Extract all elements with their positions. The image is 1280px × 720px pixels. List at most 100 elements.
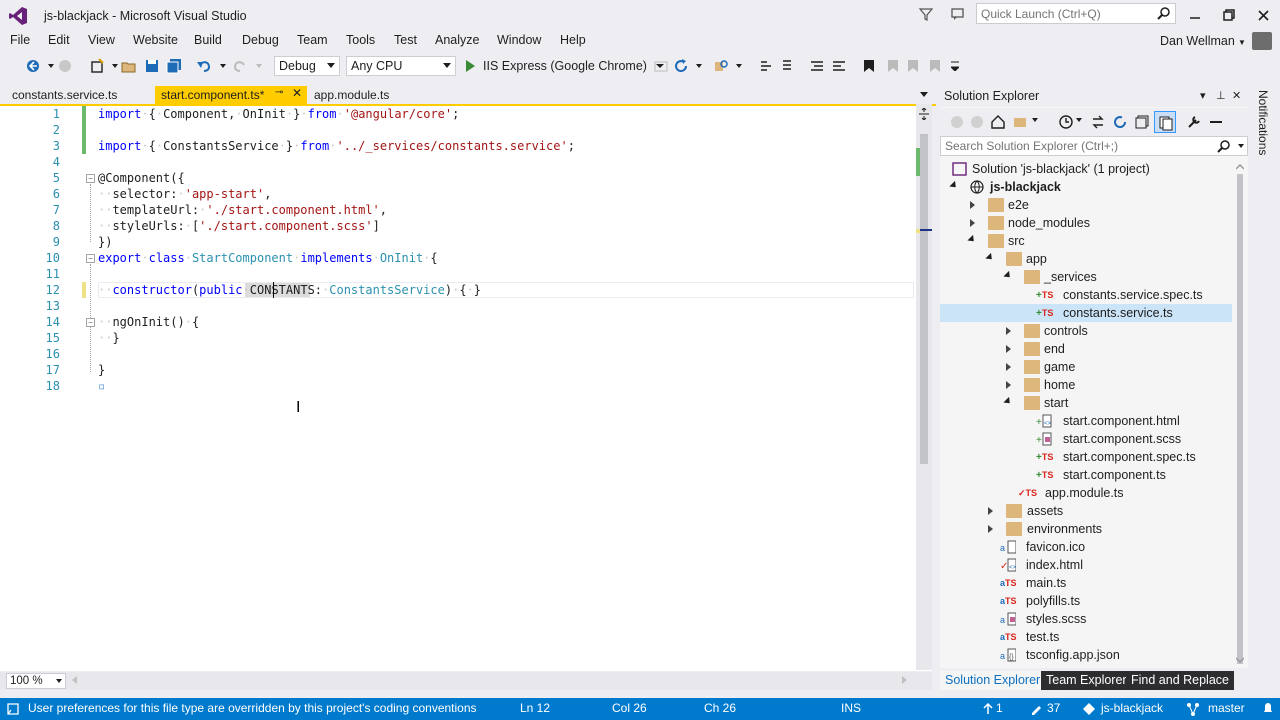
tree-node-file[interactable]: +TS start.component.ts [940, 466, 1232, 484]
code-line[interactable]: 16 [0, 346, 916, 362]
expanded-arrow-icon[interactable] [1003, 396, 1013, 407]
step-into-icon[interactable] [758, 57, 776, 75]
menu-team[interactable]: Team [297, 33, 328, 47]
save-all-icon[interactable] [165, 57, 183, 75]
pin-icon[interactable]: ⊥ [1216, 89, 1226, 102]
quick-launch-box[interactable] [976, 3, 1176, 24]
scrollbar-thumb[interactable] [920, 134, 928, 464]
branch-name[interactable]: master [1208, 701, 1245, 715]
tree-node-folder[interactable]: game [940, 358, 1232, 376]
close-window-button[interactable] [1246, 0, 1280, 30]
save-icon[interactable] [143, 57, 161, 75]
code-line[interactable]: 6 ··selector:·'app-start', [0, 186, 916, 202]
tree-node-file[interactable]: aTS polyfills.ts [940, 592, 1232, 610]
refresh-icon[interactable] [672, 57, 690, 75]
tree-node-file[interactable]: a styles.scss [940, 610, 1232, 628]
menu-help[interactable]: Help [560, 33, 586, 47]
repository-name[interactable]: js-blackjack [1101, 701, 1163, 715]
code-line[interactable]: 4 [0, 154, 916, 170]
code-line[interactable]: 15 ··} [0, 330, 916, 346]
expanded-arrow-icon[interactable] [1003, 270, 1013, 281]
arrow-up-icon[interactable] [983, 703, 993, 715]
menu-edit[interactable]: Edit [48, 33, 70, 47]
uncomment-lines-icon[interactable] [830, 57, 848, 75]
pending-changes-count[interactable]: 37 [1047, 701, 1060, 715]
scroll-left-icon[interactable] [72, 676, 77, 684]
scroll-up-icon[interactable] [1236, 164, 1244, 170]
solution-tree[interactable]: Solution 'js-blackjack' (1 project) js-b… [940, 160, 1232, 668]
comment-lines-icon[interactable] [808, 57, 826, 75]
restore-button[interactable] [1212, 0, 1246, 30]
undo-icon[interactable] [195, 57, 213, 75]
tree-node-file[interactable]: + <> start.component.html [940, 412, 1232, 430]
menu-website[interactable]: Website [133, 33, 178, 47]
minimize-button[interactable] [1178, 0, 1212, 30]
menu-build[interactable]: Build [194, 33, 222, 47]
expanded-arrow-icon[interactable] [967, 234, 977, 245]
tab-team-explorer[interactable]: Team Explorer [1041, 671, 1132, 690]
find-in-files-icon[interactable] [712, 57, 730, 75]
chevron-down-icon[interactable] [690, 57, 708, 75]
solution-tree-scrollbar[interactable] [1232, 160, 1248, 668]
open-file-icon[interactable] [120, 57, 138, 75]
solution-search-box[interactable] [940, 136, 1248, 156]
tree-node-folder[interactable]: end [940, 340, 1232, 358]
tree-node-file[interactable]: + start.component.scss [940, 430, 1232, 448]
back-icon[interactable] [950, 115, 964, 129]
tree-node-file[interactable]: +TS start.component.spec.ts [940, 448, 1232, 466]
tree-node-folder[interactable]: _services [940, 268, 1232, 286]
tree-node-folder[interactable]: node_modules [940, 214, 1232, 232]
tab-constants-service[interactable]: constants.service.ts [6, 86, 123, 105]
code-line[interactable]: 18 ▫ [0, 378, 916, 394]
zoom-dropdown[interactable]: 100 % [6, 673, 66, 689]
pin-icon[interactable]: ⊸ [275, 87, 283, 98]
home-icon[interactable] [990, 114, 1006, 130]
pencil-icon[interactable] [1030, 703, 1042, 715]
tree-node-folder[interactable]: src [940, 232, 1232, 250]
collapsed-arrow-icon[interactable] [1006, 363, 1011, 371]
solution-search-input[interactable] [941, 137, 1211, 155]
scroll-right-icon[interactable] [902, 676, 907, 684]
tree-node-folder[interactable]: assets [940, 502, 1232, 520]
code-line[interactable]: 17} [0, 362, 916, 378]
chevron-down-icon[interactable] [1238, 144, 1244, 148]
code-line[interactable]: 1 import·{·Component,·OnInit·}·from·'@ang… [0, 106, 916, 122]
chevron-down-icon[interactable] [1032, 118, 1038, 122]
bookmark-icon[interactable] [860, 57, 878, 75]
tree-node-folder[interactable]: start [940, 394, 1232, 412]
code-line[interactable]: 10 export·class·StartComponent·implements… [0, 250, 916, 266]
collapsed-arrow-icon[interactable] [970, 219, 975, 227]
menu-analyze[interactable]: Analyze [435, 33, 479, 47]
tree-node-folder[interactable]: e2e [940, 196, 1232, 214]
code-line[interactable]: 3 import·{·ConstantsService·}·from·'../_s… [0, 138, 916, 154]
tree-node-file[interactable]: a favicon.ico [940, 538, 1232, 556]
expanded-arrow-icon[interactable] [949, 180, 959, 191]
step-over-icon[interactable] [778, 57, 796, 75]
scrollbar-thumb[interactable] [1237, 174, 1243, 664]
collapsed-arrow-icon[interactable] [1006, 381, 1011, 389]
navigate-forward-icon[interactable] [56, 57, 74, 75]
tree-node-file-selected[interactable]: +TS constants.service.ts [940, 304, 1232, 322]
tree-node-folder[interactable]: controls [940, 322, 1232, 340]
forward-icon[interactable] [970, 115, 984, 129]
show-all-files-button[interactable] [1154, 111, 1176, 133]
collapsed-arrow-icon[interactable] [1006, 327, 1011, 335]
search-icon[interactable] [1157, 6, 1171, 20]
chevron-down-icon[interactable]: ▼ [1238, 38, 1246, 47]
split-editor-icon[interactable] [918, 108, 930, 120]
code-line[interactable]: 5 @Component({ [0, 170, 916, 186]
switch-views-icon[interactable] [1012, 114, 1028, 130]
search-icon[interactable] [1217, 139, 1231, 153]
tree-node-file[interactable]: aTS main.ts [940, 574, 1232, 592]
tree-node-file[interactable]: +TS constants.service.spec.ts [940, 286, 1232, 304]
code-line[interactable]: 8 ··styleUrls:·['./start.component.scss'] [0, 218, 916, 234]
tab-list-chevron-icon[interactable] [920, 92, 928, 97]
git-branch-icon[interactable] [1186, 702, 1200, 716]
expanded-arrow-icon[interactable] [985, 252, 995, 263]
code-line[interactable]: 2 [0, 122, 916, 138]
collapsed-arrow-icon[interactable] [988, 525, 993, 533]
chevron-down-icon[interactable] [250, 57, 268, 75]
unpublished-commits-count[interactable]: 1 [996, 701, 1003, 715]
tree-node-folder[interactable]: app [940, 250, 1232, 268]
notifications-tab[interactable]: Notifications [1256, 86, 1274, 156]
